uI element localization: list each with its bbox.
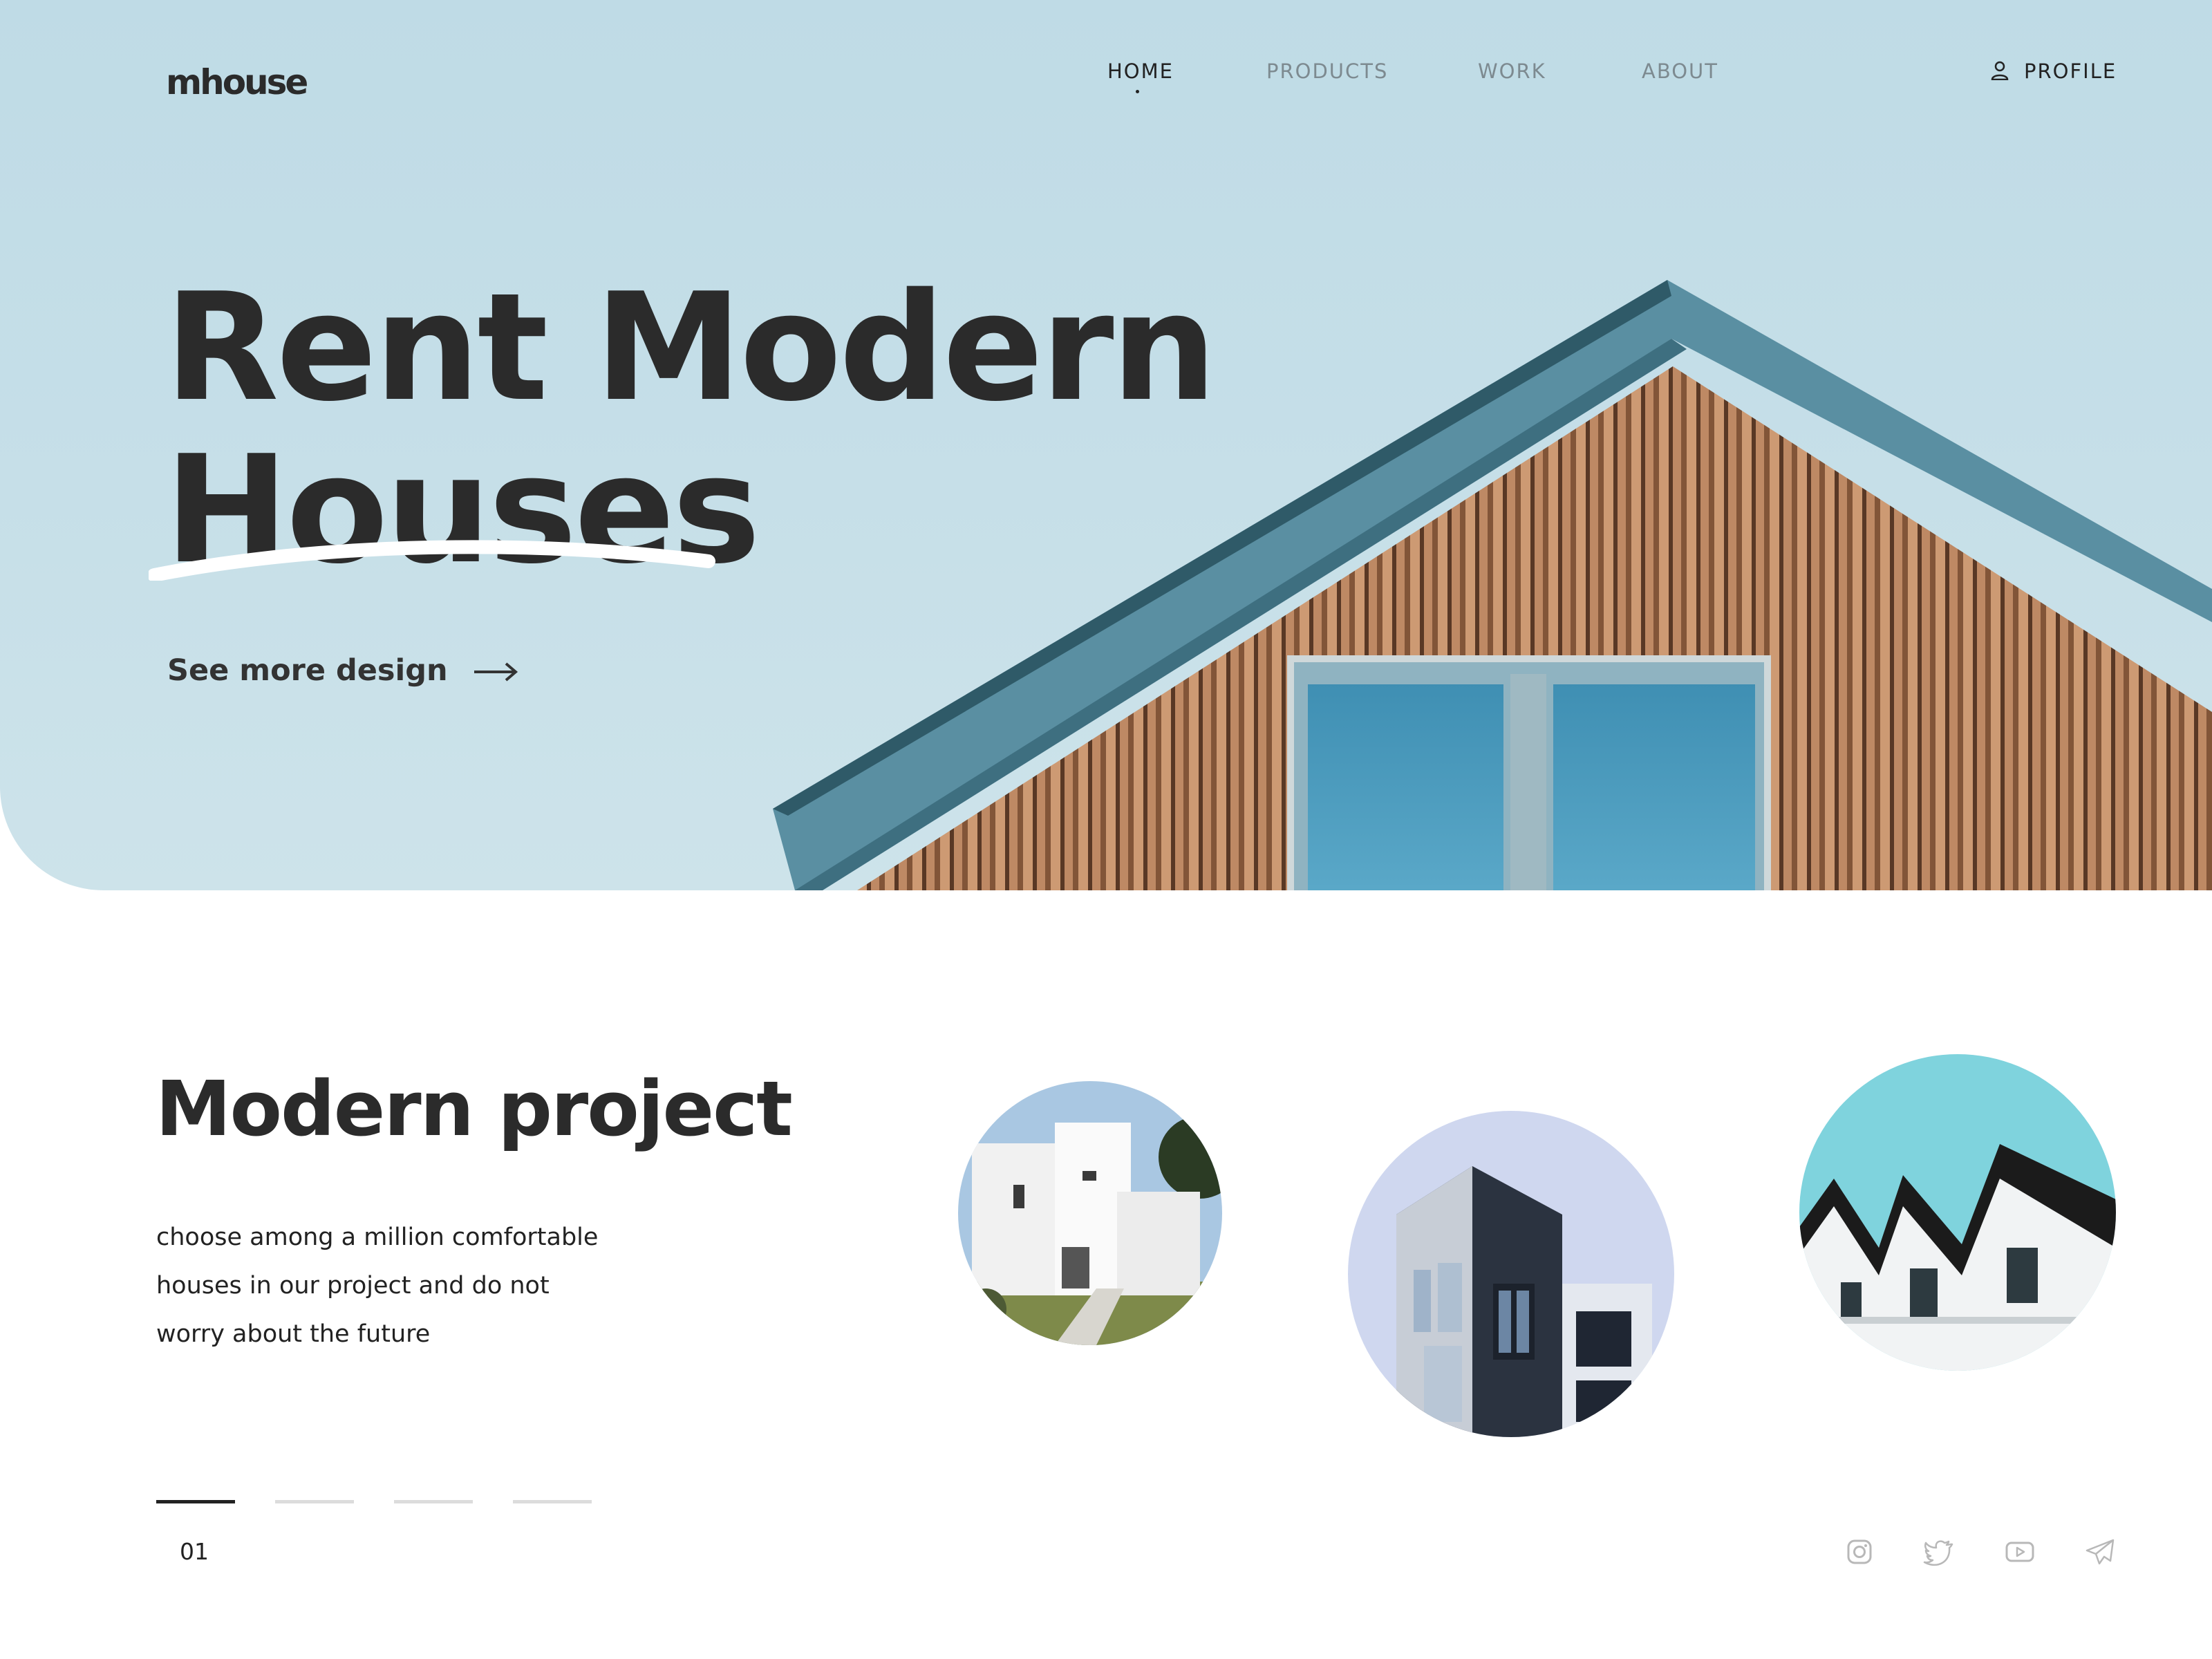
telegram-icon[interactable] bbox=[2083, 1535, 2117, 1569]
nav-item-products[interactable]: PRODUCTS bbox=[1266, 59, 1388, 83]
project-image-apartment[interactable] bbox=[1348, 1111, 1674, 1437]
project-image-white-villa[interactable] bbox=[958, 1081, 1222, 1345]
see-more-design-link[interactable]: See more design bbox=[167, 653, 518, 690]
youtube-icon[interactable] bbox=[2003, 1535, 2037, 1569]
slide-indicator-3[interactable] bbox=[394, 1500, 473, 1503]
cta-label: See more design bbox=[167, 653, 448, 688]
instagram-icon[interactable] bbox=[1842, 1535, 1877, 1569]
nav-item-about[interactable]: ABOUT bbox=[1642, 59, 1718, 83]
active-nav-indicator bbox=[1136, 90, 1139, 93]
project-description: choose among a million comfortable house… bbox=[156, 1213, 640, 1358]
twitter-icon[interactable] bbox=[1922, 1535, 1956, 1569]
slide-indicator-1[interactable] bbox=[156, 1500, 235, 1503]
title-underline bbox=[149, 540, 715, 581]
nav-item-home[interactable]: HOME bbox=[1107, 59, 1174, 83]
profile-label: PROFILE bbox=[2024, 59, 2117, 83]
section-title: Modern project bbox=[156, 1065, 793, 1153]
slide-indicator-2[interactable] bbox=[275, 1500, 354, 1503]
profile-link[interactable]: PROFILE bbox=[1991, 59, 2117, 85]
description-line: choose among a million comfortable bbox=[156, 1224, 599, 1251]
slide-indicator-4[interactable] bbox=[513, 1500, 592, 1503]
user-icon bbox=[1991, 61, 2009, 85]
project-image-gabled-houses[interactable] bbox=[1799, 1054, 2116, 1371]
arrow-right-icon bbox=[473, 655, 518, 690]
slide-counter: 01 bbox=[180, 1538, 209, 1565]
description-line: worry about the future bbox=[156, 1320, 431, 1348]
nav-item-work[interactable]: WORK bbox=[1478, 59, 1546, 83]
main-nav: HOME PRODUCTS WORK ABOUT bbox=[0, 59, 2212, 87]
description-line: houses in our project and do not bbox=[156, 1272, 550, 1300]
hero-title-line1: Rent Modern bbox=[165, 261, 1217, 434]
